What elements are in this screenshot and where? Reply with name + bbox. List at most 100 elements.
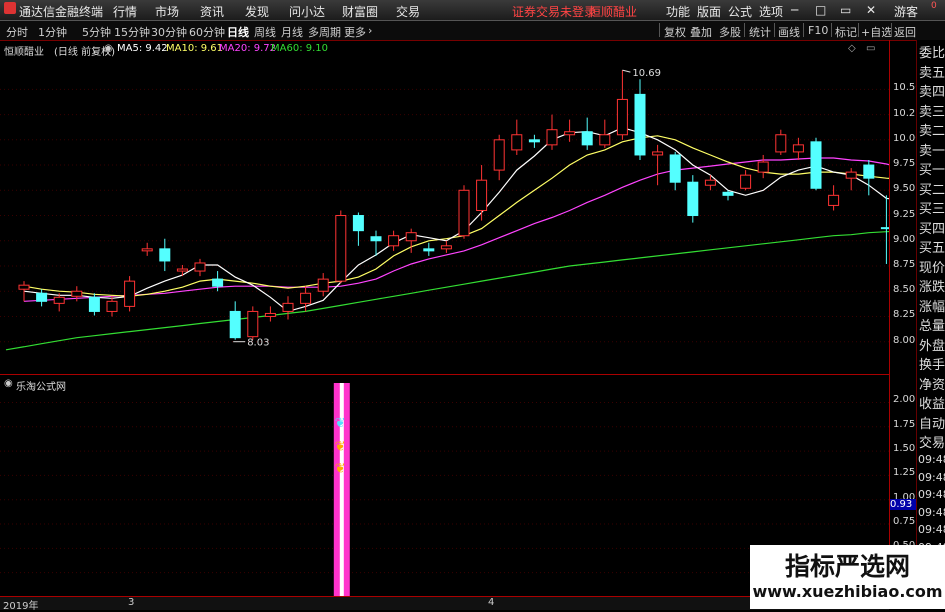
chart-settings-icon[interactable]: ◉: [104, 43, 113, 54]
tab-30min[interactable]: 30分钟: [151, 24, 187, 40]
tab-15min[interactable]: 15分钟: [114, 24, 150, 40]
tab-more[interactable]: 更多: [344, 24, 366, 40]
trade-time: 09:48: [918, 505, 945, 519]
ma5-line: [23, 127, 905, 313]
btn-back[interactable]: 返回: [894, 24, 916, 40]
menu-gongneng[interactable]: 功能: [666, 3, 690, 20]
menu-hangqing[interactable]: 行情: [113, 3, 137, 20]
candle-body: [810, 141, 822, 189]
quote-label: 卖五: [919, 65, 945, 81]
price-tick-label: 8.00: [893, 334, 916, 346]
ma60-line-start: [5, 346, 25, 351]
btn-f10[interactable]: F10: [808, 24, 828, 37]
quote-label: 卖一: [919, 143, 945, 159]
menu-gongshi[interactable]: 公式: [728, 3, 752, 20]
btn-add-watchlist[interactable]: +自选: [861, 24, 892, 40]
menu-xuanxiang[interactable]: 选项: [759, 3, 783, 20]
corner-indicator: 0: [931, 1, 937, 11]
candle-body: [458, 189, 470, 237]
candle-body: [880, 227, 892, 230]
maximize-icon[interactable]: □: [815, 3, 826, 17]
candle-body: [634, 93, 646, 156]
candle-body: [581, 131, 593, 146]
current-indicator-value: 0.93: [890, 498, 916, 510]
minimize-icon[interactable]: ─: [791, 3, 798, 17]
ma60-label: MA60: 9.10: [271, 43, 329, 54]
candle-body: [722, 191, 734, 196]
app-title: 通达信金融终端: [19, 5, 104, 19]
btn-diejia[interactable]: 叠加: [690, 24, 712, 40]
menu-banmian[interactable]: 版面: [697, 3, 721, 20]
tab-weekly[interactable]: 周线: [254, 24, 276, 40]
indicator-settings-icon[interactable]: ◉: [4, 378, 13, 389]
btn-duogu[interactable]: 多股: [719, 24, 741, 40]
tab-60min[interactable]: 60分钟: [189, 24, 225, 40]
quote-label: 收益: [919, 397, 945, 412]
more-chevron-icon[interactable]: ›: [368, 24, 372, 37]
candle-body: [405, 232, 417, 242]
menu-jiaoyi[interactable]: 交易: [396, 3, 420, 20]
candle-body: [423, 248, 435, 252]
candle-body: [546, 129, 558, 146]
diamond-icon[interactable]: ◇: [848, 43, 856, 54]
candle-body: [669, 154, 681, 183]
btn-huaxian[interactable]: 画线: [778, 24, 800, 40]
candle-body: [247, 310, 259, 338]
restore-icon[interactable]: ▭: [840, 3, 851, 17]
candle-body: [106, 300, 118, 312]
btn-fuquan[interactable]: 复权: [664, 24, 686, 40]
menu-wenxiaoda[interactable]: 问小达: [289, 3, 325, 20]
menu-faxian[interactable]: 发现: [245, 3, 269, 20]
quote-label: 卖三: [919, 104, 945, 120]
candle-body: [317, 278, 329, 292]
quote-label: 卖四: [919, 85, 945, 100]
menu-shichang[interactable]: 市场: [155, 3, 179, 20]
butterfly-icon: ❦: [335, 416, 346, 431]
candle-body: [528, 139, 540, 143]
quote-label: 买一: [919, 163, 945, 178]
btn-biaoji[interactable]: 标记: [835, 24, 857, 40]
ma10-label: MA10: 9.61: [166, 43, 224, 54]
login-notice[interactable]: 证券交易未登录: [512, 3, 596, 20]
btn-tongji[interactable]: 统计: [749, 24, 771, 40]
menu-bar: 通达信金融终端 行情 市场 资讯 发现 问小达 财富圈 交易 证券交易未登录 恒…: [0, 0, 945, 21]
ma5-label: MA5: 9.42: [117, 43, 168, 54]
price-tick-label: 8.75: [893, 259, 916, 270]
butterfly-icon: ❦: [335, 462, 346, 477]
tab-daily[interactable]: 日线: [227, 24, 249, 40]
guest-label[interactable]: 游客: [894, 3, 918, 20]
menu-caifuquan[interactable]: 财富圈: [342, 3, 378, 20]
menu-zixun[interactable]: 资讯: [200, 3, 224, 20]
close-icon[interactable]: ✕: [866, 3, 876, 17]
candle-body: [704, 179, 716, 186]
candle-body: [88, 296, 100, 312]
candle-body: [564, 131, 576, 136]
candle-body: [845, 171, 857, 179]
indicator-tick-label: 0.75: [893, 516, 916, 528]
candle-body: [792, 144, 804, 153]
tab-multi-period[interactable]: 多周期: [308, 24, 341, 40]
candle-body: [599, 134, 611, 146]
quote-label: 涨幅: [919, 299, 945, 315]
price-tick-label: 9.00: [893, 233, 916, 245]
quote-label: 外盘: [919, 338, 945, 354]
candle-body: [652, 151, 664, 156]
candle-body: [757, 161, 769, 173]
price-chart-panel[interactable]: 10.69 8.03 恒顺醋业 (日线 前复权) ◉ MA5: 9.42 MA10…: [0, 40, 910, 373]
quote-label: 交易: [919, 436, 945, 451]
candle-body: [511, 134, 523, 151]
quote-panel: 委比 卖五 卖四 卖三 卖二 卖一 买一 买二 买三 买四 买五 现价 涨跌 涨幅 总量 外盘 换手 净资 收益 自动…: [916, 40, 945, 609]
tab-monthly[interactable]: 月线: [281, 24, 303, 40]
tab-5min[interactable]: 5分钟: [82, 24, 111, 40]
candle-body: [828, 194, 840, 206]
candle-body: [124, 280, 136, 307]
high-price-label: 10.69: [632, 68, 661, 79]
candle-body: [352, 215, 364, 232]
tab-1min[interactable]: 1分钟: [38, 24, 67, 40]
window-minimize-icon[interactable]: ▭: [866, 43, 875, 54]
tab-fenshi[interactable]: 分时: [6, 24, 28, 40]
candle-body: [493, 139, 505, 171]
ma60-line: [23, 230, 905, 348]
candle-body: [476, 179, 488, 211]
candlestick-chart[interactable]: 10.69 8.03: [0, 40, 910, 373]
